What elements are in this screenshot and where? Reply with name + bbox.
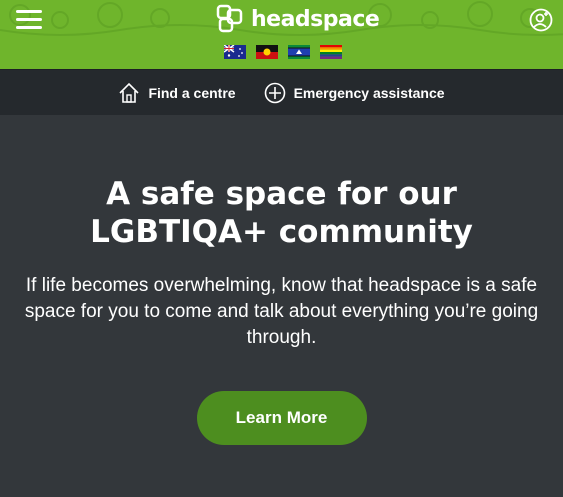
- aboriginal-flag-icon: [256, 45, 278, 59]
- australian-flag-icon: [224, 45, 246, 59]
- action-bar: Find a centre Emergency assistance: [0, 69, 563, 115]
- top-header: headspace: [0, 0, 563, 69]
- torres-strait-islander-flag-icon: [288, 45, 310, 59]
- logo-text: headspace: [251, 6, 380, 32]
- hero-body: If life becomes overwhelming, know that …: [24, 275, 539, 348]
- hamburger-menu-icon[interactable]: [16, 10, 42, 30]
- home-icon: [119, 82, 140, 103]
- plus-circle-icon: [264, 82, 285, 103]
- emergency-assistance-link[interactable]: Emergency assistance: [264, 82, 445, 104]
- user-account-icon[interactable]: [529, 8, 553, 32]
- headspace-logo-icon: [216, 4, 243, 33]
- hero-title: A safe space for our LGBTIQA+ community: [90, 176, 473, 250]
- emergency-assistance-label: Emergency assistance: [293, 84, 445, 101]
- headspace-logo[interactable]: headspace: [215, 2, 380, 36]
- find-centre-link[interactable]: Find a centre: [118, 82, 236, 104]
- learn-more-button[interactable]: Learn More: [196, 391, 367, 445]
- rainbow-pride-flag-icon: [320, 45, 342, 59]
- hero-section: A safe space for our LGBTIQA+ community …: [0, 175, 563, 445]
- find-centre-label: Find a centre: [148, 84, 236, 101]
- flags-row: [224, 45, 342, 59]
